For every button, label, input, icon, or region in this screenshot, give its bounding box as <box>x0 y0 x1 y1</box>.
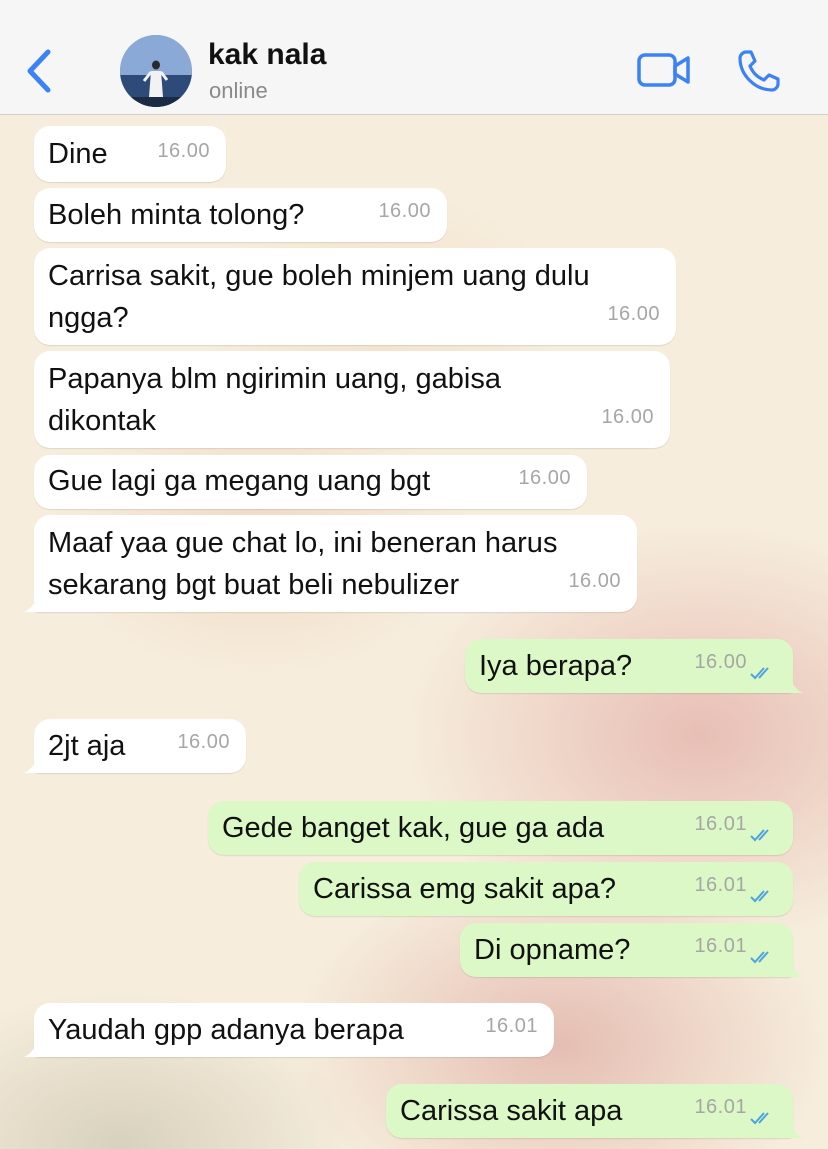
message-time: 16.01 <box>485 1015 538 1037</box>
bubble-tail <box>24 757 44 773</box>
avatar[interactable] <box>120 35 192 107</box>
bubble-tail <box>24 596 44 612</box>
contact-name[interactable]: kak nala <box>208 38 326 72</box>
message-time: 16.00 <box>157 140 210 162</box>
message-text: Gue lagi ga megang uang bgt <box>48 465 431 497</box>
bubble-tail <box>783 961 803 977</box>
bubble-tail <box>24 1041 44 1057</box>
message-bubble-incoming[interactable]: Gue lagi ga megang uang bgt 16.00 <box>34 455 587 509</box>
message-text: Boleh minta tolong? <box>48 199 305 231</box>
read-receipt-icon <box>750 829 769 842</box>
message-time: 16.00 <box>607 303 660 325</box>
message-time: 16.00 <box>177 731 230 753</box>
read-receipt-icon <box>750 951 769 964</box>
phone-icon[interactable] <box>736 48 782 94</box>
message-time: 16.00 <box>568 570 621 592</box>
message-bubble-outgoing[interactable]: Carissa emg sakit apa? 16.01 <box>299 862 793 916</box>
read-receipt-icon <box>750 1112 769 1125</box>
message-bubble-outgoing[interactable]: Carissa sakit apa 16.01 <box>386 1084 803 1138</box>
message-bubble-outgoing[interactable]: Di opname? 16.01 <box>460 923 803 977</box>
contact-status: online <box>209 78 268 103</box>
avatar-photo <box>120 35 192 107</box>
message-bubble-incoming[interactable]: Papanya blm ngirimin uang, gabisa dikont… <box>34 351 670 448</box>
bubble-tail <box>783 677 803 693</box>
message-bubble-incoming[interactable]: Yaudah gpp adanya berapa 16.01 <box>24 1003 554 1057</box>
message-text: Yaudah gpp adanya berapa <box>48 1014 404 1046</box>
message-bubble-outgoing[interactable]: Gede banget kak, gue ga ada 16.01 <box>208 801 793 855</box>
message-time: 16.00 <box>694 651 747 673</box>
bubble-tail <box>783 1122 803 1138</box>
message-text: Maaf yaa gue chat lo, ini beneran harus … <box>48 527 558 601</box>
message-bubble-incoming[interactable]: Maaf yaa gue chat lo, ini beneran harus … <box>24 515 637 612</box>
message-time: 16.00 <box>518 467 571 489</box>
chevron-left-icon[interactable] <box>22 48 56 94</box>
message-bubble-incoming[interactable]: Dine 16.00 <box>34 126 226 182</box>
message-bubble-outgoing[interactable]: Iya berapa? 16.00 <box>465 639 803 693</box>
chat-header: kak nala online <box>0 0 828 115</box>
message-time: 16.01 <box>694 935 747 957</box>
message-text: Carrisa sakit, gue boleh minjem uang dul… <box>48 260 590 334</box>
message-time: 16.01 <box>694 1096 747 1118</box>
message-bubble-incoming[interactable]: 2jt aja 16.00 <box>24 719 246 773</box>
video-camera-icon[interactable] <box>636 50 692 90</box>
message-bubble-incoming[interactable]: Carrisa sakit, gue boleh minjem uang dul… <box>34 248 676 345</box>
message-text: Papanya blm ngirimin uang, gabisa dikont… <box>48 363 501 437</box>
message-time: 16.01 <box>694 874 747 896</box>
read-receipt-icon <box>750 890 769 903</box>
read-receipt-icon <box>750 667 769 680</box>
message-time: 16.00 <box>601 406 654 428</box>
message-time: 16.00 <box>378 200 431 222</box>
message-time: 16.01 <box>694 813 747 835</box>
message-bubble-incoming[interactable]: Boleh minta tolong? 16.00 <box>34 188 447 242</box>
